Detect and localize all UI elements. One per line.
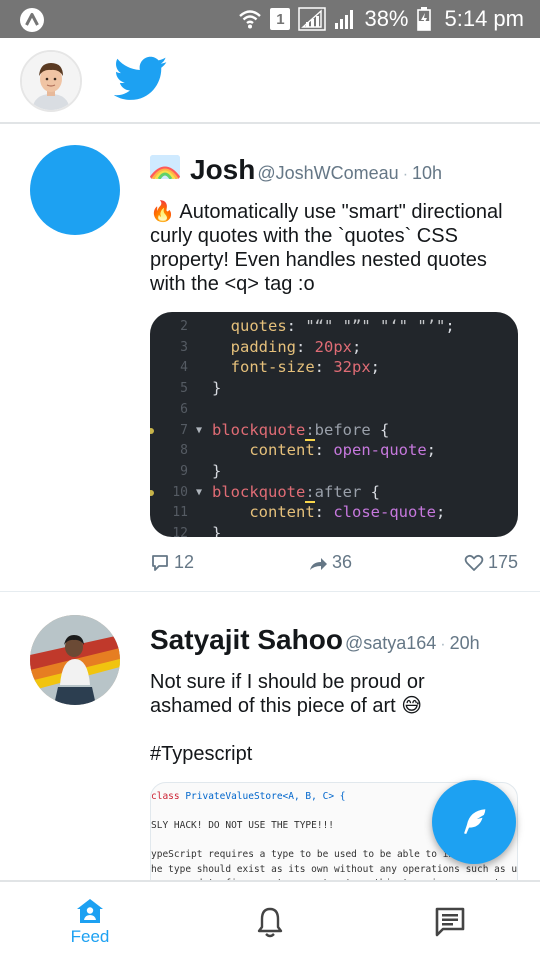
separator-dot: · xyxy=(402,166,409,183)
code-text: blockquote:after { xyxy=(212,482,381,503)
tweet-author-handle[interactable]: @satya164 xyxy=(345,633,436,654)
code-text: } xyxy=(212,461,222,480)
code-line-number: 2 xyxy=(180,319,188,334)
wifi-icon xyxy=(239,10,262,29)
screenshot-code-line: he type should exist as its own without … xyxy=(151,863,518,875)
reply-button[interactable]: 12 xyxy=(150,552,194,573)
tweet-author-avatar[interactable] xyxy=(30,615,120,705)
code-line-number: 6 xyxy=(180,401,188,417)
reply-icon xyxy=(152,554,168,571)
tweet-text: 🔥 Automatically use "smart" directional … xyxy=(150,201,503,295)
tweet-author-name[interactable]: Satyajit Sahoo xyxy=(150,624,343,656)
code-line: 8 content: open-quote; xyxy=(150,440,518,461)
app-notification-icon xyxy=(20,8,44,32)
gutter-marker xyxy=(150,427,154,434)
nav-feed-tab[interactable]: Feed xyxy=(0,882,180,960)
code-line: 4 font-size: 32px; xyxy=(150,357,518,378)
tweet-timestamp: 10h xyxy=(412,163,443,183)
app-header xyxy=(0,38,540,124)
twitter-bird-logo xyxy=(113,56,168,102)
code-text: padding: 20px; xyxy=(230,337,362,356)
bell-icon xyxy=(257,907,283,938)
tweet-text-line: Not sure if I should be proud or ashamed… xyxy=(150,671,425,717)
code-text: content: open-quote; xyxy=(249,441,436,460)
code-line-number: 7 xyxy=(180,422,188,438)
code-line: 11 content: close-quote; xyxy=(150,502,518,523)
separator-dot: · xyxy=(440,636,446,653)
retweet-count: 36 xyxy=(332,552,353,572)
retweet-button[interactable]: 36 xyxy=(308,552,352,573)
nav-messages-tab[interactable] xyxy=(360,882,540,960)
tweet-actions: 12 36 175 xyxy=(150,552,518,576)
gutter-marker xyxy=(150,489,154,496)
code-text: } xyxy=(212,524,222,537)
message-icon xyxy=(435,907,465,937)
battery-charging-icon xyxy=(416,7,431,31)
code-line-number: 3 xyxy=(180,339,188,355)
code-line: 2 quotes: "“" "”" "‘" "’"; xyxy=(150,316,518,337)
nav-notifications-tab[interactable] xyxy=(180,882,360,960)
code-line: 5} xyxy=(150,378,518,399)
tweet-code-image[interactable]: 2 quotes: "“" "”" "‘" "’"; 3 padding: 20p… xyxy=(150,312,518,537)
tweet-text-spacer xyxy=(150,718,510,742)
bottom-navigation: Feed xyxy=(0,880,540,960)
tweet-author-avatar[interactable] xyxy=(30,145,120,235)
code-line: 9} xyxy=(150,461,518,482)
sim-indicator: 1 xyxy=(270,8,291,30)
tweet-hashtag[interactable]: #Typescript xyxy=(150,742,510,766)
fold-arrow-icon: ▼ xyxy=(196,424,203,436)
code-line: 3 padding: 20px; xyxy=(150,337,518,358)
clock: 5:14 pm xyxy=(444,6,525,31)
code-line-number: 11 xyxy=(172,505,188,521)
tweet-card[interactable]: Josh @JoshWComeau · 10h 🔥 Automatically … xyxy=(0,124,540,592)
home-icon xyxy=(77,899,103,923)
tweet-timestamp: 20h xyxy=(449,633,480,653)
tweet-header: Satyajit Sahoo @satya164 · 20h xyxy=(150,624,480,656)
code-text: quotes: "“" "”" "‘" "’"; xyxy=(230,317,455,335)
tweet-header: Josh @JoshWComeau · 10h xyxy=(150,154,442,186)
code-text: } xyxy=(212,379,222,398)
tweet-text: Not sure if I should be proud or ashamed… xyxy=(150,670,510,766)
signal-strength-icon xyxy=(298,7,327,31)
code-line-number: 8 xyxy=(180,443,188,459)
code-line-number: 5 xyxy=(180,381,188,397)
rainbow-flag-icon xyxy=(150,155,180,179)
code-text: font-size: 32px; xyxy=(230,358,381,377)
status-bar: 1 38% 5:14 pm xyxy=(0,0,540,38)
share-arrow-icon xyxy=(310,557,327,570)
profile-avatar-button[interactable] xyxy=(20,50,82,112)
feather-quill-icon xyxy=(464,809,486,835)
compose-tweet-button[interactable] xyxy=(432,780,516,864)
code-line-number: 9 xyxy=(180,463,188,479)
code-text: content: close-quote; xyxy=(249,503,446,522)
code-text: blockquote:before { xyxy=(212,420,390,441)
code-line-number: 10 xyxy=(172,484,188,500)
code-line: 10 ▼ blockquote:after { xyxy=(150,482,518,503)
code-line: 6 xyxy=(150,399,518,420)
heart-icon xyxy=(464,554,484,571)
nav-feed-label: Feed xyxy=(70,927,110,946)
code-line-number: 4 xyxy=(180,360,188,376)
screenshot-code-line: class PrivateValueStore<A, B, C> { xyxy=(151,791,346,802)
reply-count: 12 xyxy=(174,552,195,572)
code-line: 12} xyxy=(150,523,518,537)
fold-arrow-icon: ▼ xyxy=(196,486,203,498)
code-line-number: 12 xyxy=(172,526,188,537)
code-line: 7 ▼ blockquote:before { xyxy=(150,420,518,441)
like-count: 175 xyxy=(487,552,518,572)
like-button[interactable]: 175 xyxy=(464,552,518,573)
status-indicators: 1 38% 5:14 pm xyxy=(238,0,524,38)
tweet-author-name[interactable]: Josh xyxy=(190,154,255,186)
screenshot-code-line: SLY HACK! DO NOT USE THE TYPE!!! xyxy=(151,820,335,831)
tweet-author-handle[interactable]: @JoshWComeau xyxy=(257,163,398,184)
signal-bars-icon xyxy=(335,10,354,29)
battery-percentage: 38% xyxy=(364,6,409,31)
